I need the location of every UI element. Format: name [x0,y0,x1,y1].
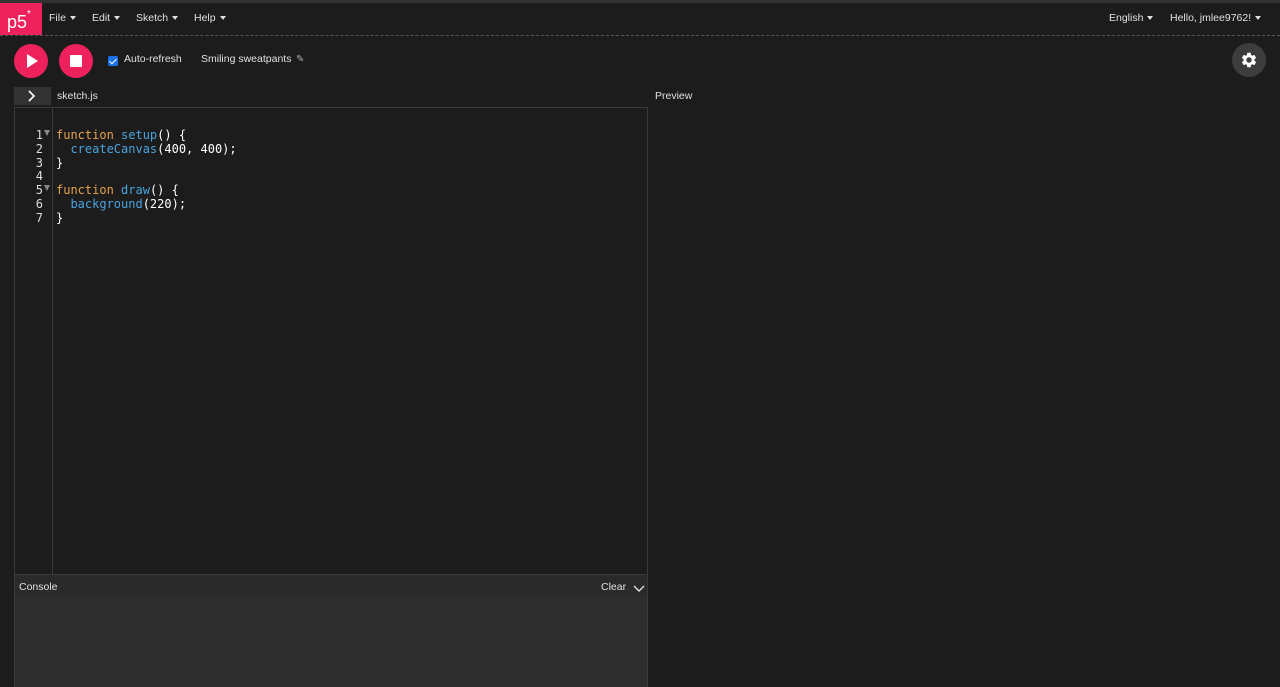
console-clear-button[interactable]: Clear [601,581,626,593]
code-token: (400, 400); [157,141,237,156]
stop-icon [70,55,82,67]
code-token: setup [121,128,158,142]
chevron-down-icon [633,585,645,592]
console-title: Console [19,581,58,593]
menu-edit-label: Edit [92,12,111,24]
play-button[interactable] [14,44,48,78]
file-tab-sketch-js[interactable]: sketch.js [57,90,98,102]
console-header: Console Clear [14,575,648,598]
line-gutter: 1234567 [15,108,53,574]
fold-arrow-icon[interactable] [44,130,50,136]
menu-file[interactable]: File [49,3,76,35]
line-number: 4 [35,169,43,184]
pencil-icon[interactable]: ✎ [296,54,304,65]
code-line[interactable]: } [56,211,63,225]
code-token: () { [149,183,179,198]
nav-bar: p5* File Edit Sketch Help English Hello,… [0,3,1280,36]
code-editor[interactable]: 1234567 function setup() { createCanvas(… [14,107,648,575]
language-label: English [1109,12,1144,24]
code-token: createCanvas [70,141,158,156]
menu-help-label: Help [194,12,216,24]
sidebar-toggle-button[interactable] [14,87,51,105]
code-token: } [56,210,64,225]
play-icon [27,54,38,68]
gear-icon [1241,52,1257,68]
auto-refresh-checkbox[interactable] [108,56,118,66]
caret-down-icon [219,16,226,21]
code-line[interactable]: function setup() { [56,128,186,142]
code-token: } [56,155,64,170]
code-token: function [56,183,114,198]
menu-sketch-label: Sketch [136,12,169,24]
menu-file-label: File [49,12,66,24]
line-number: 3 [35,155,43,170]
preview-label: Preview [655,90,693,102]
p5-logo[interactable]: p5* [0,3,42,35]
settings-button[interactable] [1232,43,1266,77]
code-line[interactable]: createCanvas(400, 400); [56,141,237,156]
caret-down-icon [114,16,121,21]
line-number: 6 [35,197,43,211]
toolbar: Auto-refresh Smiling sweatpants ✎ [0,37,1280,85]
auto-refresh-label[interactable]: Auto-refresh [124,53,182,65]
caret-down-icon [172,16,179,21]
fold-arrow-icon[interactable] [44,185,50,192]
sketch-name[interactable]: Smiling sweatpants [201,53,291,65]
caret-down-icon [69,16,76,21]
console-collapse-button[interactable] [633,581,645,599]
code-token: draw [121,183,150,198]
caret-down-icon [1255,16,1262,21]
language-menu[interactable]: English [1109,3,1154,35]
stop-button[interactable] [59,44,93,78]
code-line[interactable]: function draw() { [56,183,179,197]
caret-down-icon [1147,16,1154,21]
menu-sketch[interactable]: Sketch [136,3,179,35]
code-token: function [56,128,114,142]
code-line[interactable]: } [56,156,63,170]
code-token: () { [157,128,187,142]
user-menu[interactable]: Hello, jmlee9762! [1170,3,1262,35]
line-number: 1 [35,128,43,142]
code-line[interactable]: background(220); [56,197,186,211]
console-output[interactable] [14,598,648,687]
code-token: background [70,197,143,211]
menu-help[interactable]: Help [194,3,226,35]
user-greeting: Hello, jmlee9762! [1170,12,1252,24]
chevron-right-icon [28,90,36,102]
code-token: (220); [142,197,187,211]
line-number: 2 [35,141,43,156]
logo-asterisk: * [27,9,31,20]
menu-edit[interactable]: Edit [92,3,121,35]
line-number: 7 [35,210,43,225]
logo-text: p5 [7,12,28,32]
line-number: 5 [35,183,43,198]
